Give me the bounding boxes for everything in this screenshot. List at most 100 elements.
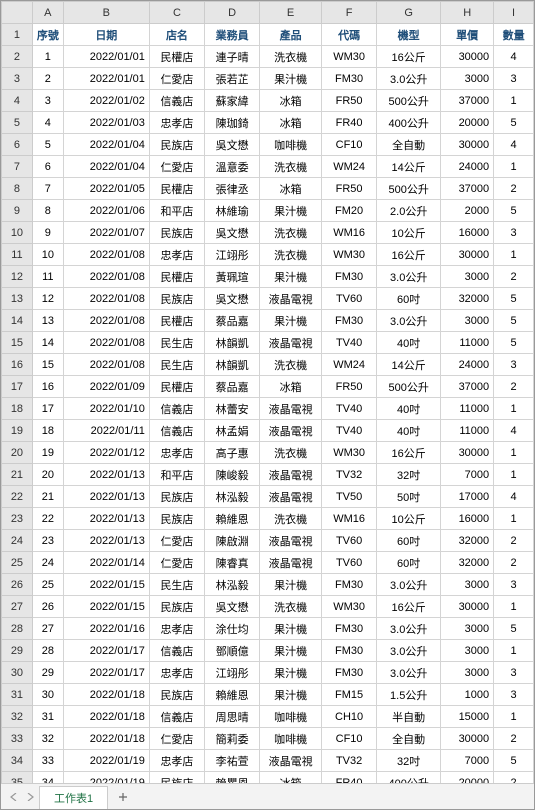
cell[interactable]: FM30 xyxy=(322,266,377,288)
cell[interactable]: 2022/01/15 xyxy=(63,596,149,618)
cell[interactable]: 31 xyxy=(32,706,63,728)
cell[interactable]: 400公升 xyxy=(377,772,441,784)
cell[interactable]: 34 xyxy=(32,772,63,784)
cell[interactable]: 2022/01/18 xyxy=(63,706,149,728)
cell[interactable]: 果汁機 xyxy=(260,684,322,706)
cell[interactable]: 信義店 xyxy=(149,420,204,442)
cell[interactable]: WM30 xyxy=(322,46,377,68)
cell[interactable]: 吳文懋 xyxy=(205,288,260,310)
cell[interactable]: 和平店 xyxy=(149,464,204,486)
row-header[interactable]: 5 xyxy=(2,112,33,134)
cell[interactable]: TV32 xyxy=(322,464,377,486)
cell[interactable]: 1 xyxy=(494,508,534,530)
cell[interactable]: 23 xyxy=(32,530,63,552)
cell[interactable]: 2022/01/08 xyxy=(63,354,149,376)
cell[interactable]: 3000 xyxy=(441,310,494,332)
cell[interactable]: 賴維恩 xyxy=(205,684,260,706)
add-sheet-icon[interactable] xyxy=(114,788,132,806)
cell[interactable]: 60吋 xyxy=(377,530,441,552)
cell[interactable]: TV60 xyxy=(322,288,377,310)
cell[interactable]: 2022/01/13 xyxy=(63,486,149,508)
cell[interactable]: 500公升 xyxy=(377,90,441,112)
cell[interactable]: 冰箱 xyxy=(260,772,322,784)
cell[interactable]: 洗衣機 xyxy=(260,244,322,266)
cell[interactable]: 12 xyxy=(32,288,63,310)
cell[interactable]: 液晶電視 xyxy=(260,750,322,772)
cell[interactable]: 2022/01/16 xyxy=(63,618,149,640)
cell[interactable]: 1 xyxy=(494,596,534,618)
cell[interactable]: 果汁機 xyxy=(260,640,322,662)
cell[interactable]: 24000 xyxy=(441,156,494,178)
cell[interactable]: FR50 xyxy=(322,178,377,200)
cell[interactable]: 14公斤 xyxy=(377,354,441,376)
cell[interactable]: 忠孝店 xyxy=(149,662,204,684)
cell[interactable]: 周思晴 xyxy=(205,706,260,728)
cell[interactable]: 4 xyxy=(494,486,534,508)
cell[interactable]: 10 xyxy=(32,244,63,266)
cell[interactable]: 1000 xyxy=(441,684,494,706)
cell[interactable]: 1 xyxy=(494,244,534,266)
cell[interactable]: 2022/01/14 xyxy=(63,552,149,574)
cell[interactable]: WM16 xyxy=(322,508,377,530)
cell[interactable]: 李祐萱 xyxy=(205,750,260,772)
cell[interactable]: 30000 xyxy=(441,134,494,156)
cell[interactable]: 吳文懋 xyxy=(205,134,260,156)
cell[interactable]: 37000 xyxy=(441,178,494,200)
cell[interactable]: 1 xyxy=(494,706,534,728)
cell[interactable]: 液晶電視 xyxy=(260,464,322,486)
cell[interactable]: 忠孝店 xyxy=(149,750,204,772)
cell[interactable]: 22 xyxy=(32,508,63,530)
cell[interactable]: 民族店 xyxy=(149,486,204,508)
cell[interactable]: 3000 xyxy=(441,68,494,90)
cell[interactable]: 13 xyxy=(32,310,63,332)
cell[interactable]: 蔡品嘉 xyxy=(205,376,260,398)
cell[interactable]: 林泓毅 xyxy=(205,486,260,508)
cell[interactable]: 黃珮瑄 xyxy=(205,266,260,288)
cell[interactable]: FR50 xyxy=(322,376,377,398)
row-header[interactable]: 13 xyxy=(2,288,33,310)
cell[interactable]: TV40 xyxy=(322,420,377,442)
cell[interactable]: 吳文懋 xyxy=(205,222,260,244)
cell[interactable]: 30000 xyxy=(441,442,494,464)
cell[interactable]: 民權店 xyxy=(149,46,204,68)
cell[interactable]: 5 xyxy=(494,200,534,222)
cell[interactable]: 洗衣機 xyxy=(260,442,322,464)
cell[interactable]: 2022/01/19 xyxy=(63,772,149,784)
cell[interactable]: 2022/01/18 xyxy=(63,728,149,750)
cell[interactable]: 3 xyxy=(32,90,63,112)
cell[interactable]: 民族店 xyxy=(149,508,204,530)
cell[interactable]: 代碼 xyxy=(322,24,377,46)
cell[interactable]: 3 xyxy=(494,68,534,90)
cell[interactable]: 5 xyxy=(494,112,534,134)
col-header-C[interactable]: C xyxy=(149,2,204,24)
cell[interactable]: 20000 xyxy=(441,112,494,134)
cell[interactable]: 果汁機 xyxy=(260,266,322,288)
cell[interactable]: FM30 xyxy=(322,618,377,640)
cell[interactable]: 2022/01/08 xyxy=(63,332,149,354)
row-header[interactable]: 8 xyxy=(2,178,33,200)
cell[interactable]: 陳珈錡 xyxy=(205,112,260,134)
cell[interactable]: 1 xyxy=(494,398,534,420)
cell[interactable]: 2022/01/08 xyxy=(63,244,149,266)
sheet-tab-active[interactable]: 工作表1 xyxy=(39,786,108,809)
cell[interactable]: 和平店 xyxy=(149,200,204,222)
cell[interactable]: 32000 xyxy=(441,552,494,574)
cell[interactable]: 日期 xyxy=(63,24,149,46)
cell[interactable]: 2 xyxy=(494,728,534,750)
cell[interactable]: 3.0公升 xyxy=(377,310,441,332)
cell[interactable]: 11 xyxy=(32,266,63,288)
cell[interactable]: 5 xyxy=(494,310,534,332)
cell[interactable]: 民權店 xyxy=(149,376,204,398)
cell[interactable]: 60吋 xyxy=(377,288,441,310)
cell[interactable]: 液晶電視 xyxy=(260,552,322,574)
cell[interactable]: 30 xyxy=(32,684,63,706)
cell[interactable]: 果汁機 xyxy=(260,574,322,596)
cell[interactable]: 陳啟淵 xyxy=(205,530,260,552)
cell[interactable]: 20000 xyxy=(441,772,494,784)
row-header[interactable]: 24 xyxy=(2,530,33,552)
cell[interactable]: 16000 xyxy=(441,508,494,530)
cell[interactable]: 5 xyxy=(494,750,534,772)
row-header[interactable]: 35 xyxy=(2,772,33,784)
cell[interactable]: 20 xyxy=(32,464,63,486)
cell[interactable]: WM30 xyxy=(322,244,377,266)
